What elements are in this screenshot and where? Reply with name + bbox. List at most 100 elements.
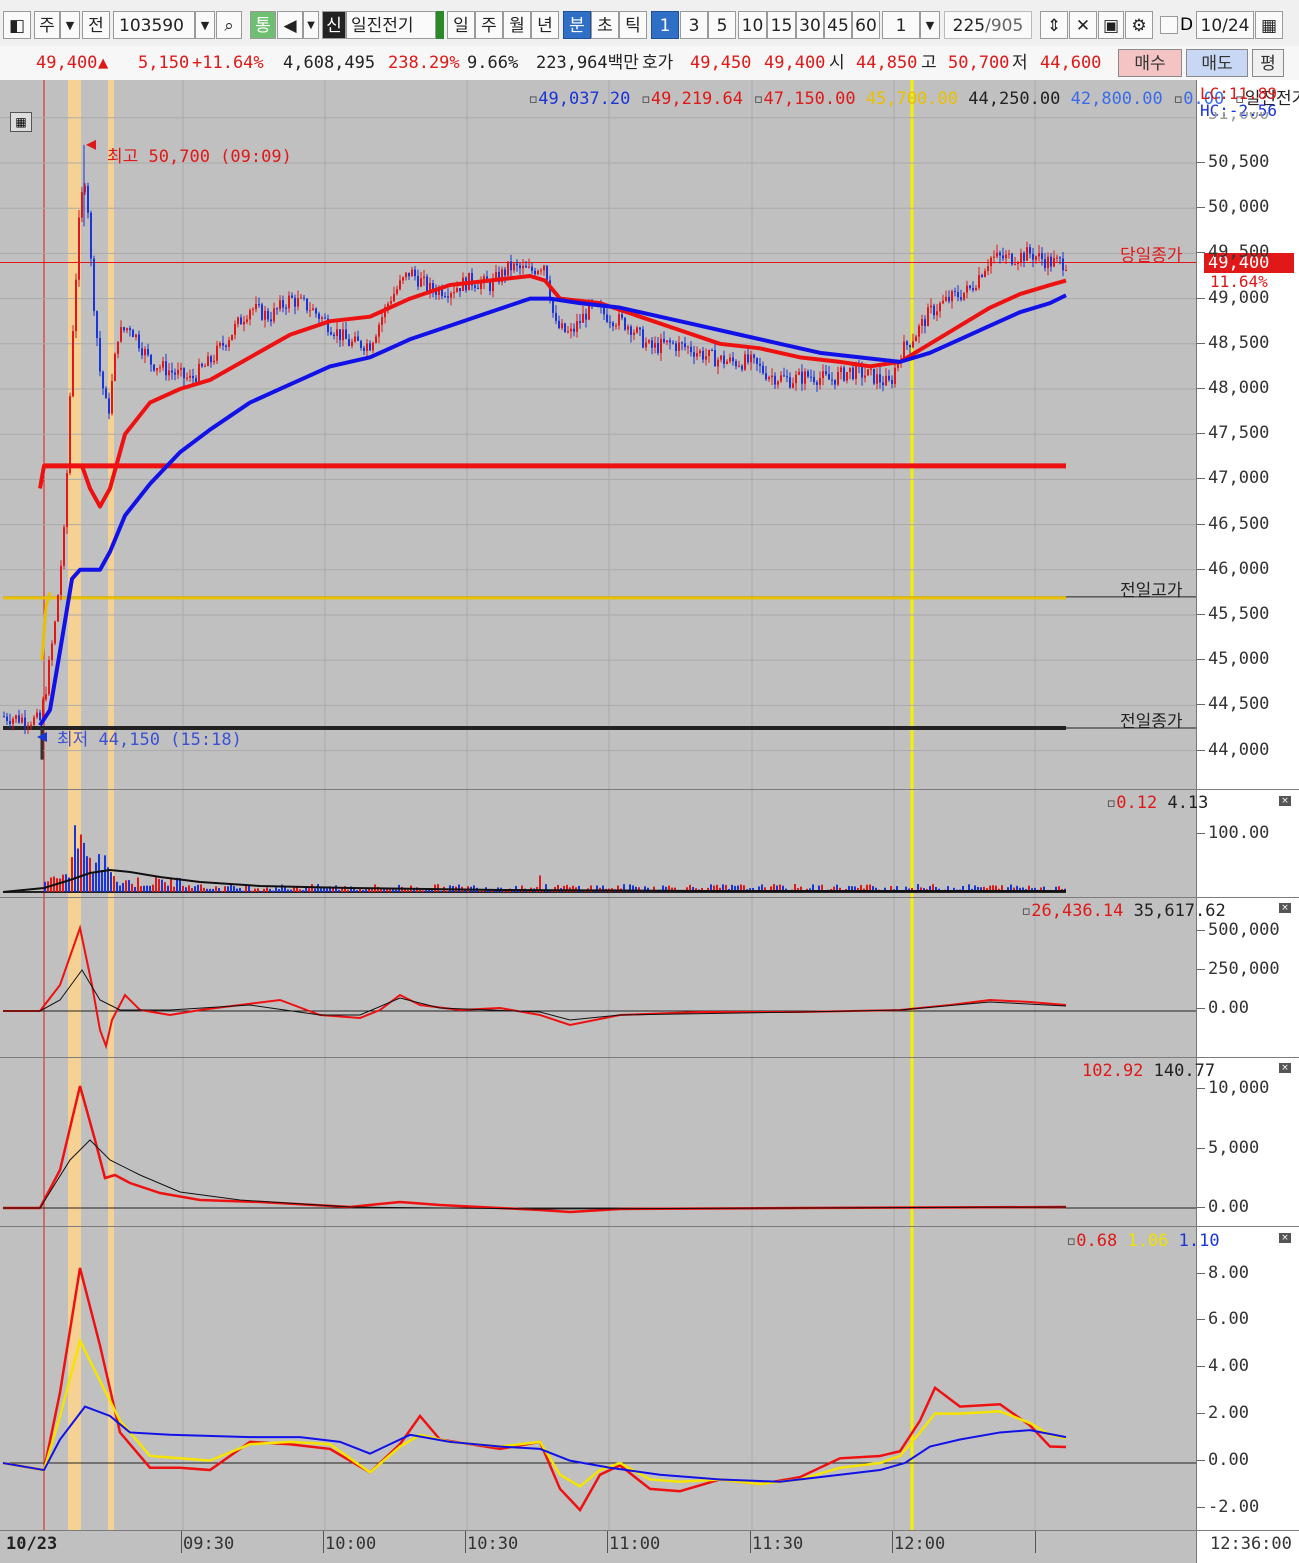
window-menu-icon[interactable]: ◧ — [3, 11, 31, 39]
gear-icon[interactable]: ⚙ — [1125, 11, 1153, 39]
period-tab[interactable]: 틱 — [619, 11, 647, 39]
minute-tab[interactable]: 3 — [680, 11, 708, 39]
period-tab[interactable]: 주 — [475, 11, 503, 39]
code-input[interactable]: 103590 — [113, 11, 195, 39]
rsi-axis-label: 0.00 — [1208, 1450, 1249, 1470]
up-arrow-icon: ▲ — [98, 53, 109, 73]
candle-icon[interactable]: ⇕ — [1040, 11, 1068, 39]
volume-bar — [422, 890, 424, 892]
volume-bar — [182, 885, 184, 892]
price-candle — [108, 398, 110, 414]
today-close-label: 당일종가 — [1120, 246, 1183, 266]
period-tab[interactable]: 월 — [503, 11, 531, 39]
volume-bar — [269, 888, 271, 892]
minute-tab[interactable]: 10 — [738, 11, 767, 39]
volume-bar — [188, 885, 190, 892]
sell-button[interactable]: 매도 — [1186, 49, 1248, 77]
volume-bar — [251, 890, 253, 892]
rsi-red-line — [2, 1267, 1067, 1513]
grid-toggle-icon[interactable]: ▦ — [10, 112, 32, 132]
rsi-axis-label: 4.00 — [1208, 1356, 1249, 1376]
code-dropdown-icon[interactable]: ▼ — [195, 11, 215, 39]
speaker-icon[interactable]: ◀ — [277, 11, 303, 39]
minute-tab[interactable]: 15 — [767, 11, 796, 39]
osc-axis-label: 5,000 — [1208, 1138, 1260, 1158]
price-candle — [831, 379, 833, 381]
minute-tab[interactable]: 1 — [651, 11, 679, 39]
speaker-dropdown-icon[interactable]: ▼ — [303, 11, 319, 39]
minute-tab[interactable]: 60 — [852, 11, 880, 39]
minute-tab[interactable]: 30 — [796, 11, 824, 39]
period-tab[interactable]: 초 — [591, 11, 619, 39]
buy-button[interactable]: 매수 — [1118, 49, 1182, 77]
price-candle — [105, 388, 107, 399]
price-candle — [708, 349, 710, 357]
market-dropdown-icon[interactable]: ▼ — [60, 11, 80, 39]
macd-legend: ▫26,436.14 35,617.62 — [1021, 901, 1226, 921]
axis-tick — [1197, 162, 1205, 163]
price-candle — [459, 288, 461, 291]
price-candle — [759, 363, 761, 366]
minute-tab[interactable]: 5 — [708, 11, 736, 39]
price-candle — [747, 354, 749, 363]
price-candle — [216, 345, 218, 361]
price-candle — [864, 375, 866, 378]
search-icon[interactable]: ⌕ — [216, 11, 242, 39]
calendar-icon[interactable]: ▦ — [1255, 11, 1283, 39]
price-candle — [375, 336, 377, 343]
axis-tick — [1197, 568, 1205, 570]
axis-tick — [1197, 1148, 1205, 1149]
price-candle — [711, 349, 713, 351]
period-tab[interactable]: 분 — [563, 11, 591, 39]
price-candle — [693, 352, 695, 357]
price-candle — [228, 340, 230, 347]
price-candle — [141, 348, 143, 356]
stock-name[interactable]: 일진전기 — [346, 11, 436, 39]
price-candle — [450, 293, 452, 298]
price-candle — [873, 368, 875, 384]
date-input[interactable]: 10/24 — [1196, 11, 1254, 39]
close-icon[interactable]: × — [1279, 1233, 1291, 1243]
volume-bar — [245, 885, 247, 892]
price-candle — [618, 314, 620, 326]
price-candle — [267, 310, 269, 320]
chart-area[interactable]: ▦ ▫49,037.20 ▫49,219.64 ▫47,150.00 45,70… — [0, 80, 1299, 1563]
price-candle — [1050, 256, 1052, 267]
price-candle — [48, 659, 50, 695]
price-candle — [231, 334, 233, 341]
price-candle — [177, 369, 179, 375]
close-icon[interactable]: × — [1279, 1063, 1291, 1073]
legend-value: 42,800.00 — [1070, 89, 1163, 109]
count-dropdown-icon[interactable]: ▼ — [920, 11, 940, 39]
save-icon[interactable]: ▣ — [1098, 11, 1124, 39]
price-candle — [573, 328, 575, 332]
close-icon[interactable]: × — [1279, 903, 1291, 913]
price-candle — [624, 317, 626, 330]
crosshair-icon[interactable]: ✕ — [1069, 11, 1097, 39]
price-candle — [1029, 247, 1031, 254]
period-tab[interactable]: 일 — [447, 11, 475, 39]
volume-bar — [191, 887, 193, 892]
tong-button[interactable]: 통 — [250, 11, 276, 39]
price-candle — [729, 357, 731, 362]
count-input[interactable]: 1 — [882, 11, 920, 39]
legend-value: 140.77 — [1153, 1061, 1216, 1081]
volume-bar — [98, 854, 100, 892]
chart-canvas[interactable] — [0, 80, 1196, 1563]
price-candle — [195, 378, 197, 382]
eval-button[interactable]: 평 — [1252, 49, 1284, 77]
range-display[interactable]: 225/905 — [944, 11, 1032, 39]
volume-bar — [326, 888, 328, 892]
close-icon[interactable]: × — [1279, 796, 1291, 806]
price-candle — [642, 329, 644, 348]
market-select[interactable]: 주 — [34, 11, 60, 39]
minute-tab[interactable]: 45 — [824, 11, 852, 39]
price-candle — [351, 341, 353, 346]
price-candle — [846, 372, 848, 381]
prefix-button[interactable]: 전 — [82, 11, 110, 39]
volume-bar — [203, 887, 205, 892]
period-tab[interactable]: 년 — [531, 11, 559, 39]
sin-badge[interactable]: 신 — [322, 11, 346, 39]
axis-tick — [1197, 659, 1205, 661]
d-checkbox[interactable] — [1160, 16, 1178, 34]
